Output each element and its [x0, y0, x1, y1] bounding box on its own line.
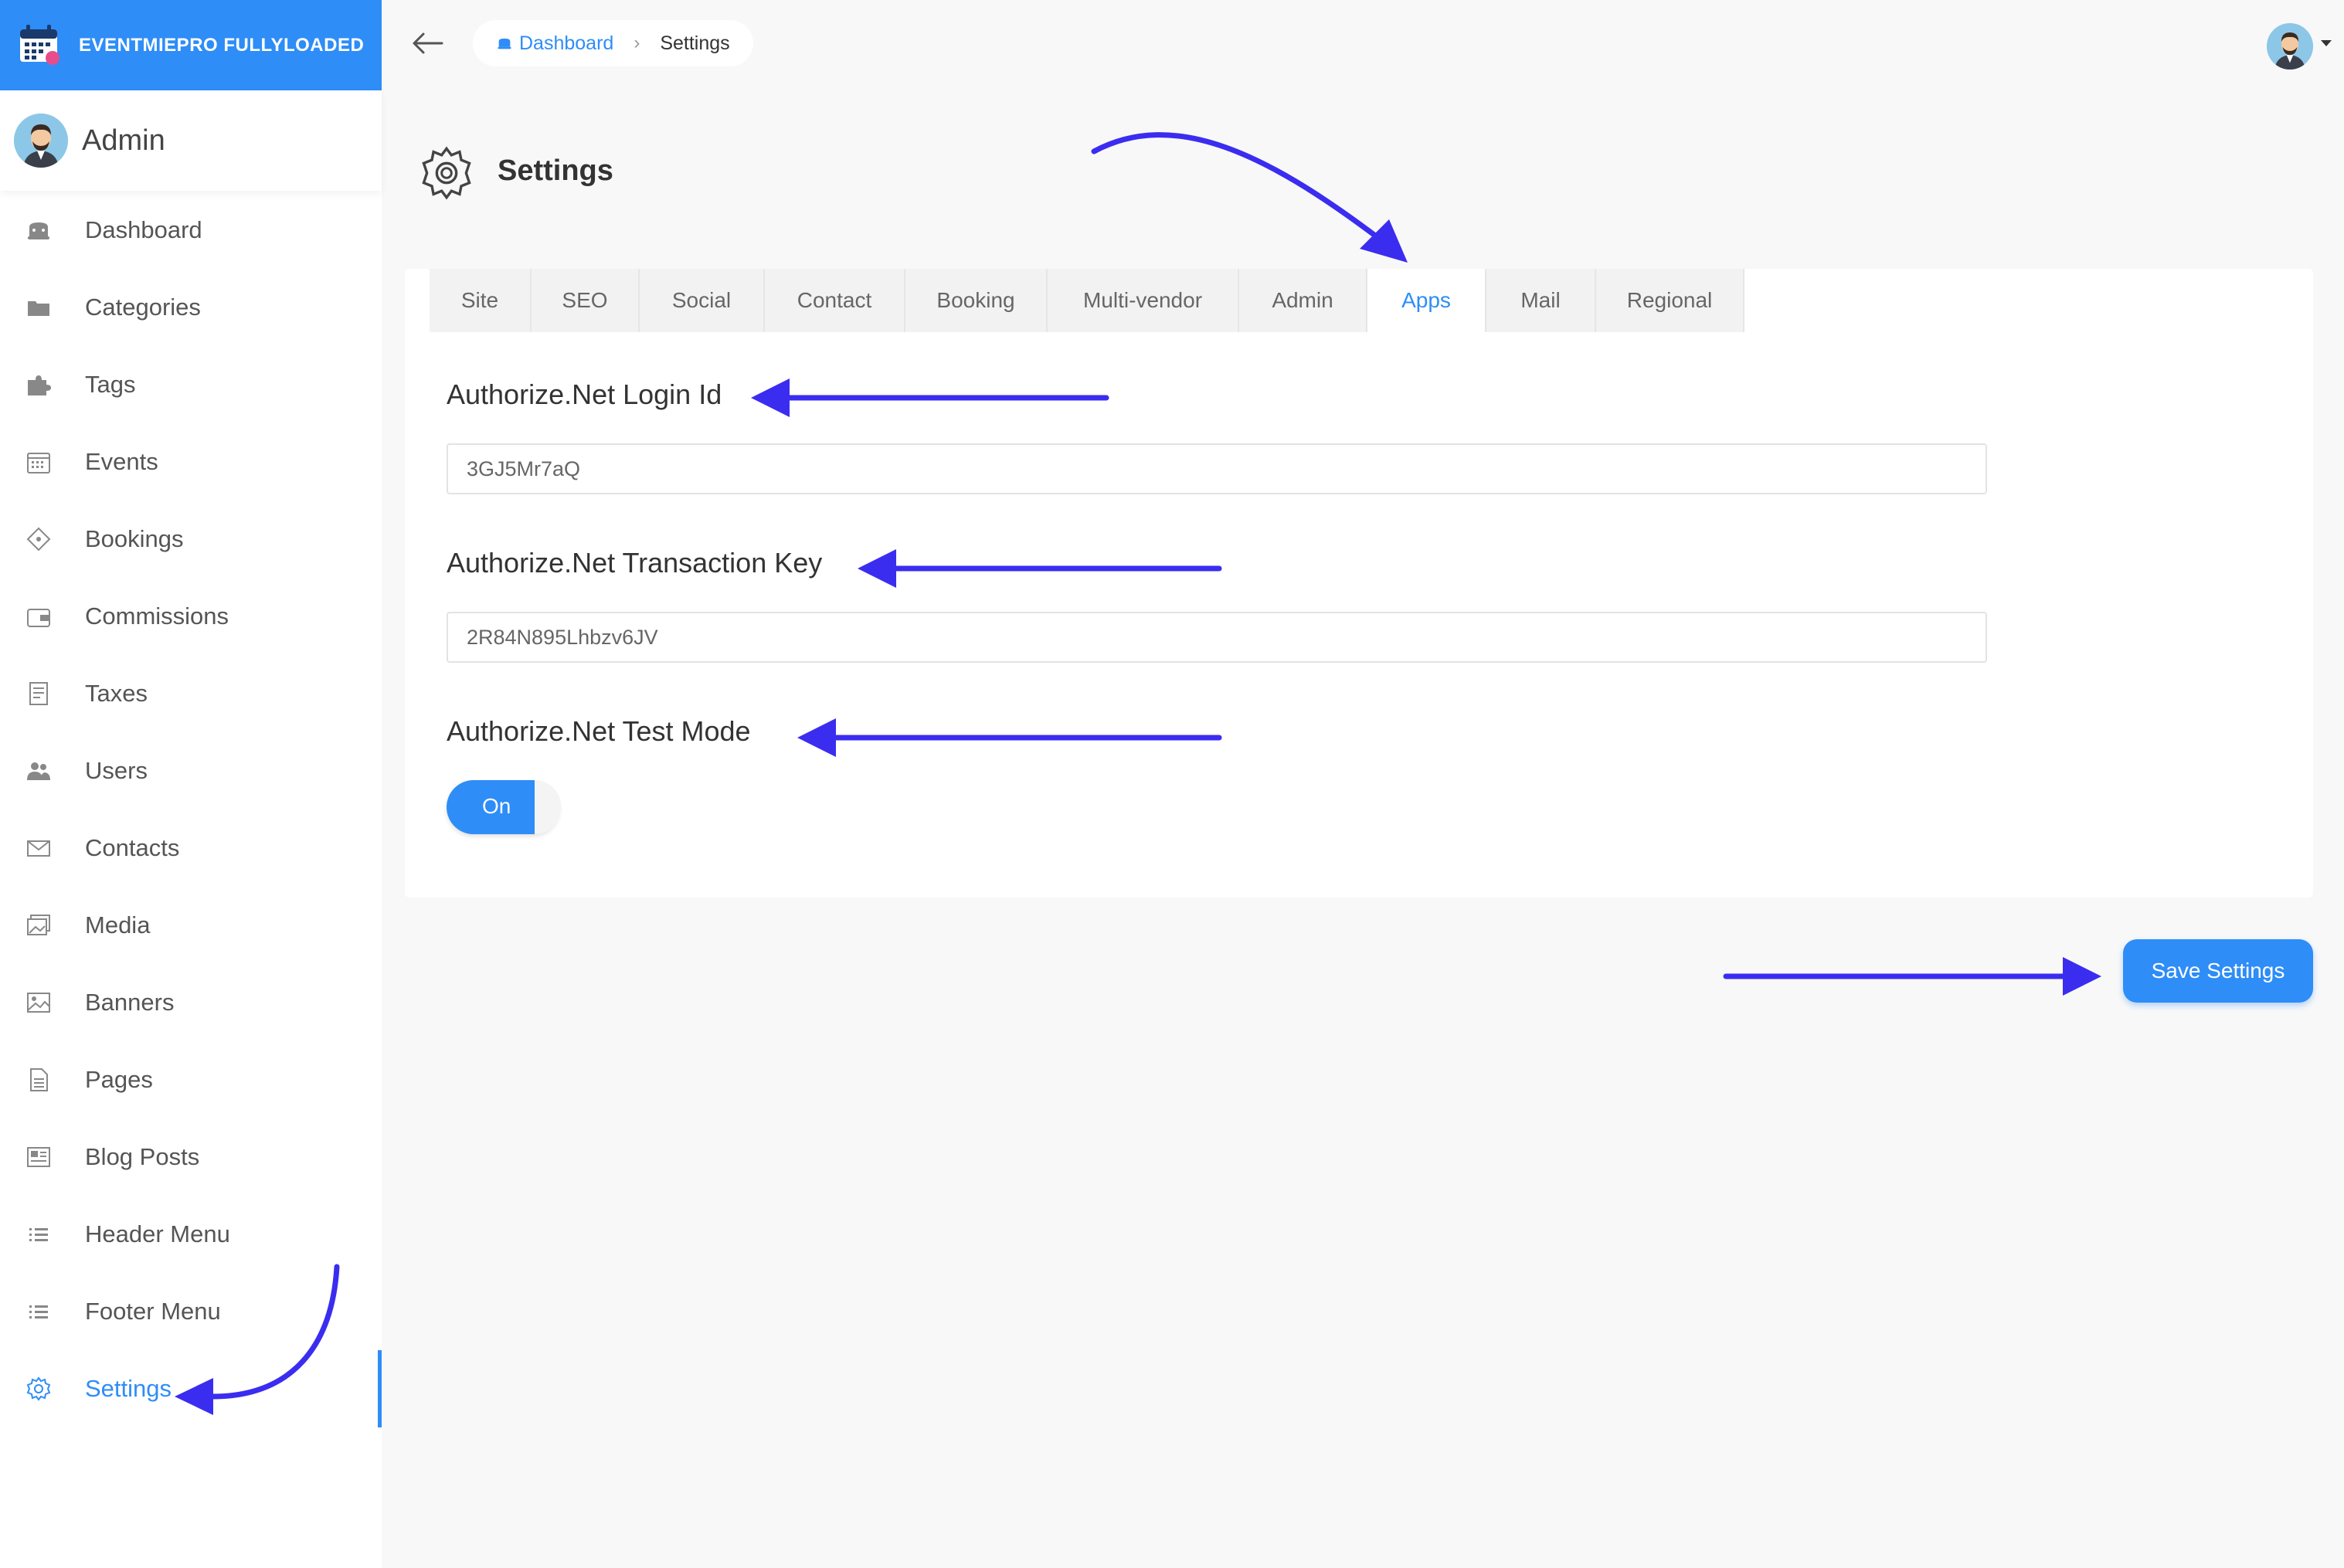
list-icon — [29, 1305, 48, 1319]
breadcrumb-separator-icon: › — [634, 32, 640, 53]
tab-social[interactable]: Social — [640, 269, 765, 332]
transaction-key-input[interactable] — [447, 612, 1987, 663]
tab-contact[interactable]: Contact — [765, 269, 905, 332]
brand-title: EVENTMIEPRO FULLYLOADED — [79, 34, 365, 56]
sidebar-item-label: Users — [85, 757, 148, 784]
transaction-key-label: Authorize.Net Transaction Key — [447, 547, 823, 579]
breadcrumb-home-label: Dashboard — [519, 32, 614, 54]
image-icon — [27, 993, 50, 1013]
avatar[interactable] — [14, 114, 68, 168]
receipt-icon — [29, 682, 48, 705]
login-id-label: Authorize.Net Login Id — [447, 378, 722, 410]
user-avatar-icon — [14, 114, 68, 168]
test-mode-label: Authorize.Net Test Mode — [447, 715, 751, 747]
dashboard-icon — [28, 222, 49, 239]
sidebar-item-events[interactable]: Events — [0, 423, 382, 501]
sidebar-item-footer-menu[interactable]: Footer Menu — [0, 1273, 382, 1350]
settings-card: Site SEO Social Contact Booking Multi-ve… — [405, 269, 2313, 898]
calendar-logo-icon — [20, 25, 59, 65]
tab-mail[interactable]: Mail — [1486, 269, 1596, 332]
sidebar-item-label: Pages — [85, 1066, 153, 1093]
sidebar-item-banners[interactable]: Banners — [0, 964, 382, 1041]
test-mode-toggle[interactable]: On — [447, 780, 561, 834]
sidebar-item-label: Media — [85, 911, 151, 938]
sidebar-item-settings[interactable]: Settings — [0, 1350, 382, 1427]
sidebar-item-label: Header Menu — [85, 1220, 230, 1247]
sidebar-item-blog-posts[interactable]: Blog Posts — [0, 1118, 382, 1196]
avatar[interactable] — [2267, 23, 2313, 70]
breadcrumb: Dashboard › Settings — [473, 20, 753, 66]
user-panel: Admin — [0, 90, 382, 191]
sidebar-item-label: Events — [85, 448, 158, 475]
sidebar-item-label: Banners — [85, 989, 175, 1016]
sidebar-item-label: Blog Posts — [85, 1143, 200, 1170]
tab-regional[interactable]: Regional — [1596, 269, 1744, 332]
gear-icon — [26, 1376, 51, 1401]
sidebar-item-commissions[interactable]: Commissions — [0, 578, 382, 655]
puzzle-icon — [28, 375, 51, 395]
sidebar-item-label: Tags — [85, 371, 136, 398]
user-name: Admin — [82, 124, 165, 157]
tab-booking[interactable]: Booking — [905, 269, 1048, 332]
ticket-icon — [26, 527, 51, 552]
sidebar-item-taxes[interactable]: Taxes — [0, 655, 382, 732]
toggle-knob — [535, 780, 561, 834]
user-avatar-icon — [2267, 23, 2313, 70]
tab-apps[interactable]: Apps — [1367, 269, 1486, 332]
envelope-icon — [27, 840, 50, 857]
back-arrow-icon[interactable] — [408, 28, 447, 59]
toggle-state-label: On — [482, 794, 511, 818]
tab-seo[interactable]: SEO — [532, 269, 640, 332]
sidebar-item-contacts[interactable]: Contacts — [0, 809, 382, 887]
settings-tabs: Site SEO Social Contact Booking Multi-ve… — [430, 269, 1744, 332]
list-icon — [29, 1228, 48, 1241]
images-icon — [27, 915, 50, 935]
page-icon — [30, 1068, 48, 1091]
sidebar-item-label: Commissions — [85, 602, 229, 630]
arrowhead-save — [2063, 957, 2101, 996]
sidebar-item-label: Bookings — [85, 525, 184, 552]
sidebar-item-users[interactable]: Users — [0, 732, 382, 809]
page-title: Settings — [498, 154, 613, 187]
calendar-icon — [27, 453, 50, 473]
breadcrumb-home[interactable]: Dashboard — [496, 32, 613, 55]
brand-bar[interactable]: EVENTMIEPRO FULLYLOADED — [0, 0, 382, 90]
tab-site[interactable]: Site — [430, 269, 532, 332]
sidebar-item-label: Categories — [85, 294, 201, 321]
sidebar-item-bookings[interactable]: Bookings — [0, 501, 382, 578]
sidebar-item-dashboard[interactable]: Dashboard — [0, 192, 382, 269]
sidebar-item-label: Taxes — [85, 680, 148, 707]
login-id-input[interactable] — [447, 443, 1987, 494]
tab-admin[interactable]: Admin — [1239, 269, 1367, 332]
chevron-down-icon[interactable] — [2321, 40, 2332, 46]
sidebar-item-header-menu[interactable]: Header Menu — [0, 1196, 382, 1273]
sidebar-item-label: Settings — [85, 1375, 172, 1402]
folder-icon — [28, 301, 49, 316]
sidebar-item-label: Contacts — [85, 834, 180, 861]
sidebar-item-label: Dashboard — [85, 216, 202, 243]
sidebar-item-media[interactable]: Media — [0, 887, 382, 964]
users-icon — [27, 762, 50, 780]
sidebar-nav: Dashboard Categories Tags Events Booking… — [0, 192, 382, 1427]
arrow-to-apps-tab — [1091, 132, 1378, 239]
wallet-icon — [27, 609, 50, 627]
gear-icon — [422, 146, 471, 200]
sidebar-item-label: Footer Menu — [85, 1298, 221, 1325]
dashboard-icon — [498, 38, 511, 49]
sidebar-item-tags[interactable]: Tags — [0, 346, 382, 423]
save-settings-button[interactable]: Save Settings — [2123, 939, 2313, 1003]
sidebar-item-pages[interactable]: Pages — [0, 1041, 382, 1118]
tab-multi-vendor[interactable]: Multi-vendor — [1048, 269, 1239, 332]
breadcrumb-current: Settings — [660, 32, 730, 54]
sidebar-item-categories[interactable]: Categories — [0, 269, 382, 346]
arrowhead-apps — [1360, 219, 1408, 263]
newspaper-icon — [27, 1147, 50, 1167]
sidebar: EVENTMIEPRO FULLYLOADED Admin Dashboard … — [0, 0, 382, 1568]
